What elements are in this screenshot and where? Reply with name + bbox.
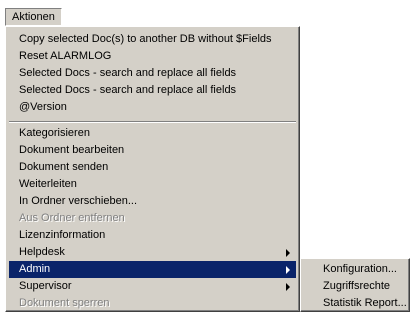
admin-submenu: Konfiguration... Zugriffsrechte Statisti…: [300, 258, 410, 312]
submenu-item-statistik-report[interactable]: Statistik Report...: [304, 295, 407, 312]
menu-item-weiterleiten[interactable]: Weiterleiten: [9, 176, 296, 193]
menu-item-supervisor[interactable]: Supervisor: [9, 278, 296, 295]
submenu-item-zugriffsrechte[interactable]: Zugriffsrechte: [304, 278, 406, 295]
menu-item-dokument-senden[interactable]: Dokument senden: [9, 159, 296, 176]
menu-item-admin-label: Admin: [19, 263, 51, 275]
menu-item-copy-selected-docs[interactable]: Copy selected Doc(s) to another DB witho…: [9, 31, 296, 48]
menu-item-search-replace-1[interactable]: Selected Docs - search and replace all f…: [9, 65, 296, 82]
menu-item-helpdesk[interactable]: Helpdesk: [9, 244, 296, 261]
menu-item-admin[interactable]: Admin: [9, 261, 296, 278]
submenu-arrow-icon: [286, 283, 290, 291]
menu-item-dokument-sperren: Dokument sperren: [19, 297, 110, 309]
menu-item-version[interactable]: @Version: [9, 99, 296, 116]
menu-separator: [9, 121, 296, 123]
menu-item-helpdesk-label: Helpdesk: [19, 246, 65, 258]
submenu-arrow-icon: [286, 266, 290, 274]
menu-item-supervisor-label: Supervisor: [19, 280, 72, 292]
menu-item-in-ordner-verschieben[interactable]: In Ordner verschieben...: [9, 193, 296, 210]
menu-item-search-replace-2[interactable]: Selected Docs - search and replace all f…: [9, 82, 296, 99]
submenu-arrow-icon: [286, 249, 290, 257]
menu-item-dokument-bearbeiten[interactable]: Dokument bearbeiten: [9, 142, 296, 159]
menu-item-kategorisieren[interactable]: Kategorisieren: [9, 125, 296, 142]
submenu-item-konfiguration[interactable]: Konfiguration...: [304, 261, 406, 278]
menu-aktionen[interactable]: Aktionen: [5, 8, 62, 26]
menu-item-reset-alarmlog[interactable]: Reset ALARMLOG: [9, 48, 296, 65]
menu-item-aus-ordner-entfernen: Aus Ordner entfernen: [19, 212, 125, 224]
aktionen-dropdown-menu: Copy selected Doc(s) to another DB witho…: [5, 26, 300, 312]
menu-item-lizenzinformation[interactable]: Lizenzinformation: [9, 227, 296, 244]
